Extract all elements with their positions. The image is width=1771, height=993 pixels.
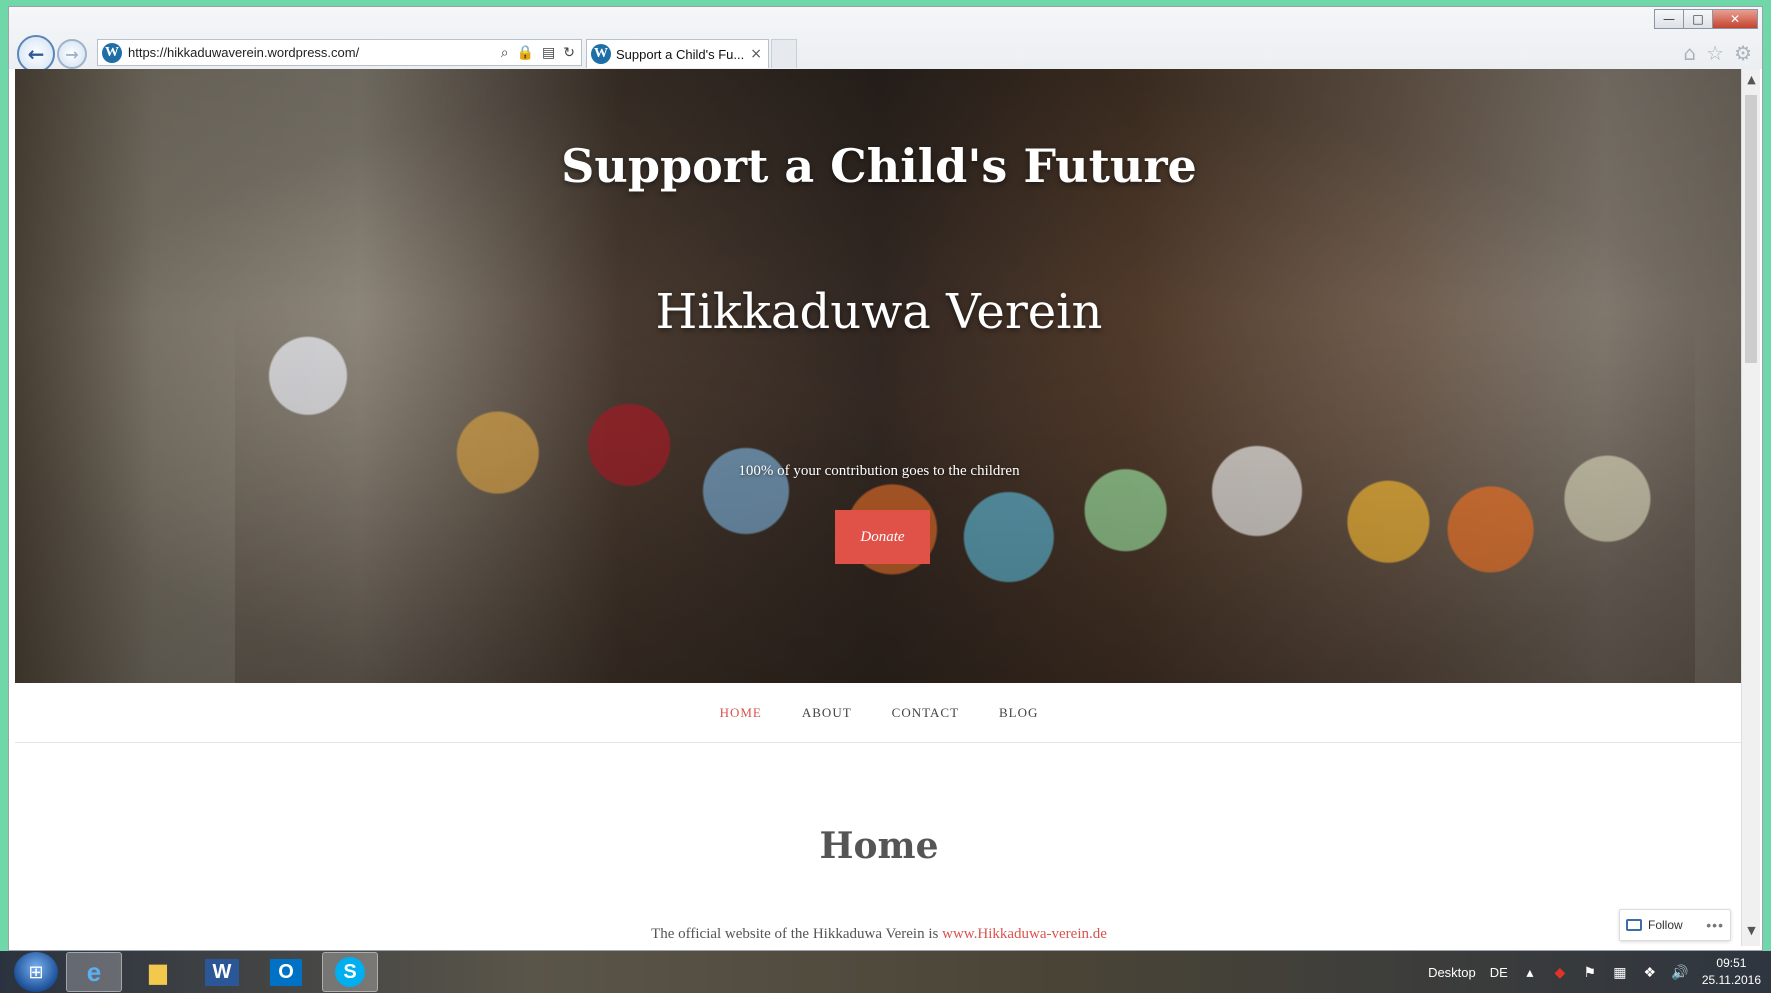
taskbar-ie[interactable]: e	[66, 952, 122, 992]
nav-blog[interactable]: BLOG	[999, 705, 1038, 721]
maximize-button[interactable]: □	[1683, 9, 1713, 29]
volume-icon[interactable]: 🔊	[1671, 964, 1688, 980]
tab-title: Support a Child's Fu...	[616, 46, 745, 62]
more-options-icon[interactable]: •••	[1706, 917, 1724, 933]
lock-icon[interactable]: 🔒	[517, 45, 534, 61]
scroll-thumb[interactable]	[1745, 95, 1757, 363]
acrobat-icon[interactable]: ◆	[1552, 964, 1568, 980]
browser-window: — □ ✕ ← → W https://hikkaduwaverein.word…	[8, 6, 1763, 951]
hero-tagline: 100% of your contribution goes to the ch…	[738, 463, 1020, 479]
network-icon[interactable]: ▦	[1612, 964, 1628, 980]
follow-icon	[1626, 919, 1642, 931]
windows-logo-icon: ⊞	[28, 961, 44, 983]
start-button[interactable]: ⊞	[14, 952, 58, 992]
refresh-icon[interactable]: ↻	[563, 45, 575, 61]
clock-date: 25.11.2016	[1701, 973, 1761, 987]
site-subtitle: Hikkaduwa Verein	[655, 284, 1103, 340]
search-icon[interactable]: ⌕	[501, 45, 509, 61]
show-hidden-icons-icon[interactable]: ▴	[1522, 964, 1538, 980]
wordpress-favicon-icon: W	[102, 42, 122, 63]
forward-button[interactable]: →	[57, 39, 87, 69]
close-button[interactable]: ✕	[1712, 9, 1758, 29]
action-center-flag-icon[interactable]: ⚑	[1582, 964, 1598, 980]
donate-button[interactable]: Donate	[835, 510, 930, 564]
clock-time: 09:51	[1716, 956, 1747, 970]
word-icon: W	[204, 958, 240, 986]
nav-contact[interactable]: CONTACT	[892, 705, 959, 721]
system-tray: Desktop DE ▴ ◆ ⚑ ▦ ❖ 🔊 09:51 25.11.2016	[1428, 951, 1761, 993]
scroll-up-icon[interactable]: ▲	[1742, 73, 1761, 91]
hero-banner: Support a Child's Future Hikkaduwa Verei…	[15, 69, 1743, 683]
wordpress-favicon-icon: W	[591, 44, 611, 64]
page-viewport: Support a Child's Future Hikkaduwa Verei…	[15, 69, 1743, 946]
taskbar-outlook[interactable]: O	[258, 952, 314, 992]
address-bar[interactable]: W https://hikkaduwaverein.wordpress.com/…	[97, 39, 582, 66]
follow-label: Follow	[1648, 918, 1683, 932]
scroll-down-icon[interactable]: ▼	[1742, 924, 1761, 942]
intro-text: The official website of the Hikkaduwa Ve…	[15, 926, 1743, 943]
vertical-scrollbar[interactable]: ▲ ▼	[1741, 69, 1760, 946]
nav-about[interactable]: ABOUT	[802, 705, 852, 721]
explorer-icon: ▆	[149, 959, 167, 984]
compat-icon[interactable]: ▤	[542, 45, 555, 61]
url-text[interactable]: https://hikkaduwaverein.wordpress.com/	[128, 45, 501, 60]
taskbar-clock[interactable]: 09:51 25.11.2016	[1702, 955, 1761, 989]
page-title: Home	[819, 825, 939, 867]
outlook-icon: O	[270, 958, 302, 986]
site-title[interactable]: Support a Child's Future	[15, 139, 1743, 193]
skype-icon: S	[335, 957, 365, 987]
official-site-link[interactable]: www.Hikkaduwa-verein.de	[942, 926, 1107, 942]
minimize-button[interactable]: —	[1654, 9, 1684, 29]
nav-home[interactable]: HOME	[720, 705, 762, 721]
dropbox-icon[interactable]: ❖	[1642, 964, 1658, 980]
browser-titlebar: — □ ✕ ← → W https://hikkaduwaverein.word…	[9, 7, 1762, 73]
tab-close-icon[interactable]: ×	[744, 46, 768, 62]
new-tab-button[interactable]	[771, 39, 797, 68]
desktop-toolbar-label[interactable]: Desktop	[1428, 965, 1476, 980]
intro-sentence: The official website of the Hikkaduwa Ve…	[651, 926, 943, 942]
windows-taskbar: ⊞ e ▆ W O S Desktop DE ▴ ◆ ⚑ ▦ ❖ 🔊 09:51…	[0, 951, 1771, 993]
gear-icon[interactable]: ⚙	[1734, 41, 1752, 65]
taskbar-word[interactable]: W	[194, 952, 250, 992]
browser-tab[interactable]: W Support a Child's Fu... ×	[586, 39, 769, 68]
follow-button[interactable]: Follow •••	[1619, 909, 1731, 941]
forward-icon: →	[65, 44, 79, 64]
site-navigation: HOME ABOUT CONTACT BLOG	[15, 683, 1743, 743]
window-controls: — □ ✕	[1654, 9, 1758, 29]
back-icon: ←	[27, 42, 45, 66]
ie-icon: e	[86, 956, 102, 987]
back-button[interactable]: ←	[17, 35, 55, 73]
home-icon[interactable]: ⌂	[1683, 41, 1696, 65]
address-bar-icons: ⌕ 🔒 ▤ ↻	[501, 45, 581, 61]
taskbar-explorer[interactable]: ▆	[130, 952, 186, 992]
taskbar-skype[interactable]: S	[322, 952, 378, 992]
browser-tools: ⌂ ☆ ⚙	[1683, 41, 1752, 65]
star-icon[interactable]: ☆	[1706, 41, 1724, 65]
language-indicator[interactable]: DE	[1490, 965, 1508, 980]
